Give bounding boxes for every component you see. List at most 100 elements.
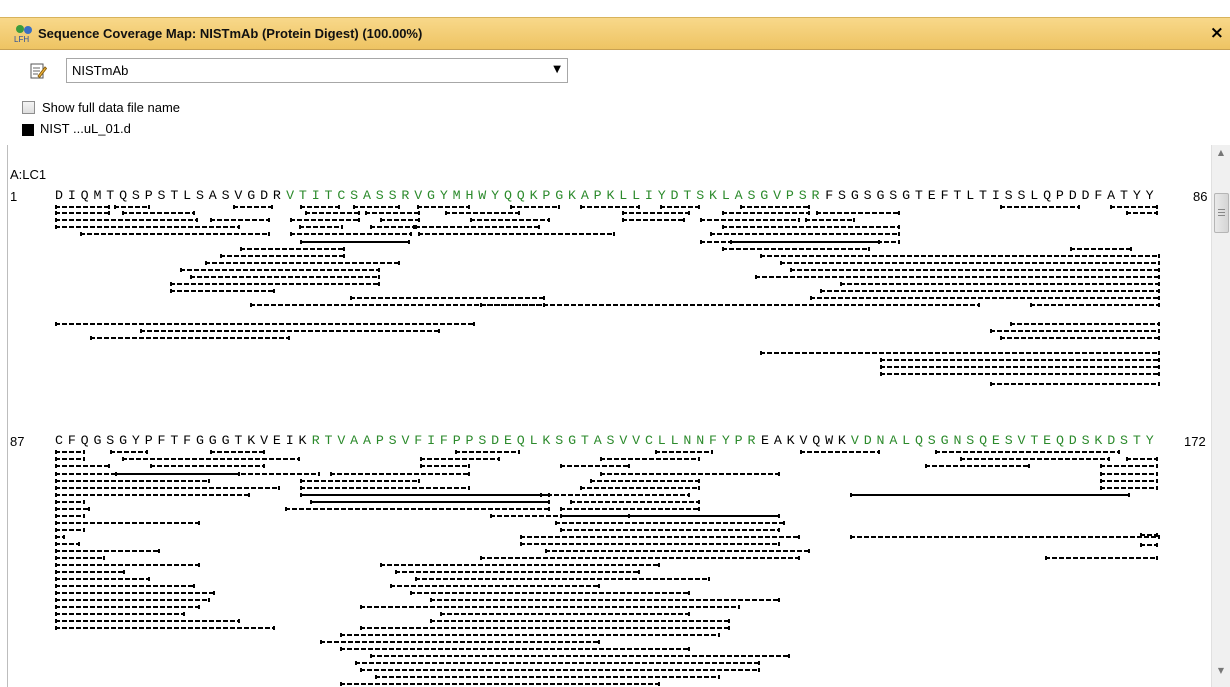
peptide-bar — [320, 640, 600, 644]
peptide-bar — [580, 205, 640, 209]
peptide-bar — [1140, 543, 1158, 547]
peptide-bar — [722, 211, 810, 215]
peptide-bar — [850, 535, 1160, 539]
peptide-bar — [55, 570, 125, 574]
peptide-bar — [55, 584, 195, 588]
peptide-bar — [55, 225, 240, 229]
peptide-bar — [310, 500, 550, 504]
peptide-bar — [560, 464, 630, 468]
peptide-bar — [55, 528, 85, 532]
peptide-bar — [114, 205, 150, 209]
peptide-bar — [722, 247, 870, 251]
peptide-bar — [240, 247, 345, 251]
peptide-bar — [880, 365, 1160, 369]
peptide-bar — [555, 521, 785, 525]
peptide-bar — [455, 450, 520, 454]
peptide-bar — [55, 626, 275, 630]
peptide-bar — [340, 633, 720, 637]
peptide-bar — [300, 479, 420, 483]
peptide-bar — [55, 493, 250, 497]
peptide-bar — [560, 514, 780, 518]
peptide-bar — [55, 218, 198, 222]
peptide-bar — [55, 535, 65, 539]
peptide-bar — [233, 205, 273, 209]
peptide-bar — [55, 612, 185, 616]
peptide-bar — [170, 282, 380, 286]
peptide-bar — [395, 570, 640, 574]
peptide-bar — [660, 205, 700, 209]
vertical-scrollbar[interactable]: ▲ ▼ — [1211, 145, 1230, 687]
peptide-bar — [990, 382, 1160, 386]
peptide-bar — [122, 457, 300, 461]
peptide-bar — [510, 205, 560, 209]
peptide-bar — [55, 598, 210, 602]
peptide-bar — [353, 205, 400, 209]
peptide-bar — [1100, 486, 1158, 490]
peptide-bar — [990, 329, 1160, 333]
peptide-bar — [740, 205, 810, 209]
peptide-bar — [55, 457, 85, 461]
peptide-bar — [1000, 205, 1080, 209]
peptide-bar — [55, 556, 105, 560]
peptide-bar — [410, 591, 690, 595]
peptide-bar — [1126, 211, 1158, 215]
peptide-bar — [55, 542, 80, 546]
peptide-bar — [520, 535, 800, 539]
peptide-bar — [380, 563, 660, 567]
peptide-bar — [1030, 303, 1160, 307]
peptide-bar — [300, 493, 550, 497]
close-button[interactable]: × — [1210, 23, 1224, 43]
peptide-bar — [960, 457, 1110, 461]
peptide-bar — [622, 218, 685, 222]
peptide-bar — [220, 254, 345, 258]
peptide-bar — [925, 464, 1030, 468]
peptide-bar — [840, 282, 1160, 286]
peptide-bar — [370, 225, 415, 229]
peptide-bar — [190, 275, 380, 279]
peptide-bar — [710, 232, 900, 236]
peptide-bar — [300, 205, 340, 209]
peptide-bar — [415, 577, 710, 581]
peptide-bar — [1100, 464, 1158, 468]
peptide-bar — [880, 372, 1160, 376]
peptide-bar — [55, 211, 110, 215]
scroll-down-button[interactable]: ▼ — [1212, 666, 1230, 683]
peptide-bar — [300, 486, 470, 490]
peptide-bar — [210, 218, 270, 222]
peptide-bar — [350, 296, 545, 300]
peptide-bar — [700, 218, 800, 222]
peptide-bar — [810, 296, 1160, 300]
peptide-bar — [780, 261, 1160, 265]
peptide-bar — [880, 358, 1160, 362]
peptide-bar — [850, 493, 1130, 497]
peptide-bar — [1110, 205, 1158, 209]
peptide-bar — [590, 479, 700, 483]
peptide-bar — [622, 211, 690, 215]
peptide-bar — [1100, 479, 1158, 483]
peptide-bar — [340, 682, 660, 686]
peptide-bar — [55, 450, 85, 454]
peptide-bar — [722, 225, 900, 229]
peptide-bar — [520, 542, 780, 546]
peptide-bar — [110, 450, 148, 454]
peptide-bar — [90, 336, 290, 340]
peptide-coverage-bars — [55, 205, 1160, 686]
peptide-bar — [210, 450, 265, 454]
scroll-thumb[interactable] — [1214, 193, 1229, 233]
peptide-bar — [820, 289, 1160, 293]
peptide-bar — [390, 584, 600, 588]
peptide-bar — [122, 211, 195, 215]
peptide-bar — [800, 450, 880, 454]
peptide-bar — [420, 464, 470, 468]
peptide-bar — [480, 303, 980, 307]
peptide-bar — [55, 322, 475, 326]
peptide-bar — [55, 577, 150, 581]
peptide-bar — [480, 556, 800, 560]
peptide-bar — [445, 211, 520, 215]
peptide-bar — [417, 205, 470, 209]
peptide-bar — [150, 464, 265, 468]
peptide-bar — [370, 654, 790, 658]
scroll-up-button[interactable]: ▲ — [1212, 148, 1230, 165]
peptide-bar — [250, 303, 545, 307]
peptide-bar — [1100, 472, 1158, 476]
